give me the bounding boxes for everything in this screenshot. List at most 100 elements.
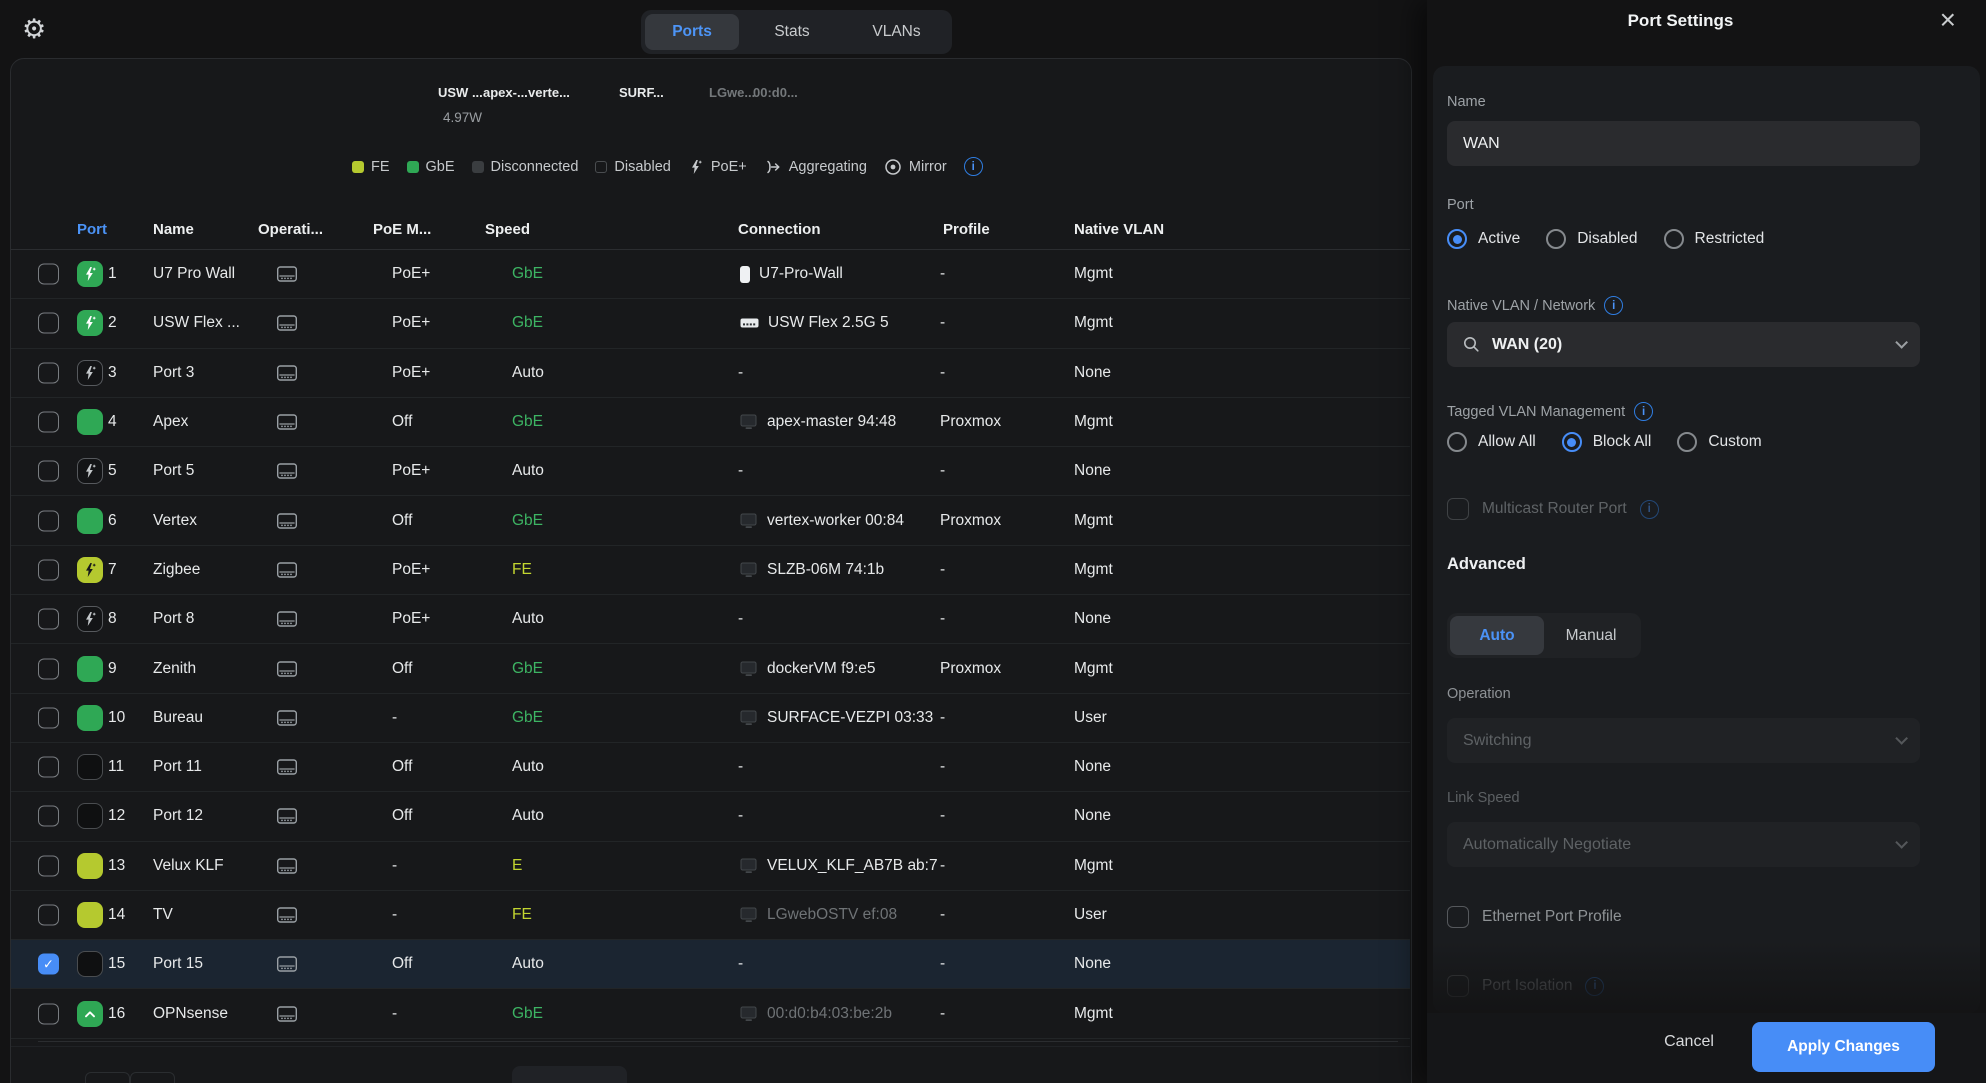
column-header-profile[interactable]: Profile [943,221,990,238]
row-checkbox[interactable] [38,461,59,482]
native-vlan-select[interactable]: WAN (20) [1447,322,1920,367]
tagged-vlan-allow-all[interactable]: Allow All [1447,432,1536,452]
row-checkbox[interactable] [38,905,59,926]
poe-mode: - [392,906,397,924]
native-vlan: None [1074,462,1111,480]
tagged-vlan-block-all[interactable]: Block All [1562,432,1652,452]
access-point-icon [740,266,750,283]
apply-changes-button[interactable]: Apply Changes [1752,1022,1935,1072]
column-header-speed[interactable]: Speed [485,221,530,238]
port-legend: FEGbEDisconnectedDisabledPoE+Aggregating… [352,157,983,176]
port-state-disabled[interactable]: Disabled [1546,229,1637,249]
port-row[interactable]: 2USW Flex ...PoE+GbEUSW Flex 2.5G 5-Mgmt [11,299,1410,348]
row-checkbox[interactable] [38,412,59,433]
port-name: Velux KLF [153,857,224,875]
mode-manual[interactable]: Manual [1544,616,1638,655]
card-section-divider [11,1046,1410,1047]
port-row[interactable]: 12Port 12OffAuto--None [11,792,1410,841]
tab-stats[interactable]: Stats [739,14,845,50]
settings-gear-icon[interactable]: ⚙ [22,16,46,43]
port-row[interactable]: 14TV-FELGwebOSTV ef:08-User [11,891,1410,940]
tab-vlans[interactable]: VLANs [845,14,948,50]
row-checkbox[interactable] [38,707,59,728]
info-icon[interactable]: i [1634,402,1653,421]
connected-device-label: LGwe... [709,85,755,100]
port-status-icon [77,606,103,632]
port-row[interactable]: 5Port 5PoE+Auto--None [11,447,1410,496]
port-row[interactable]: 13Velux KLF-EVELUX_KLF_AB7B ab:7-Mgmt [11,842,1410,891]
tagged-vlan-radios: Allow All Block All Custom [1447,432,1762,452]
poe-mode: Off [392,413,412,431]
port-row[interactable]: 11Port 11OffAuto--None [11,743,1410,792]
port-state-restricted[interactable]: Restricted [1664,229,1765,249]
speed: Auto [512,807,544,825]
checkbox[interactable] [1447,975,1469,997]
table-bottom-divider [38,1041,1398,1042]
row-checkbox[interactable] [38,1003,59,1024]
row-checkbox[interactable] [38,609,59,630]
port-number: 1 [108,265,117,283]
profile: - [940,610,945,628]
info-icon[interactable]: i [1604,296,1623,315]
row-checkbox[interactable] [38,362,59,383]
operation-switching-icon [276,610,298,628]
port-number: 2 [108,314,117,332]
column-header-nativevlan[interactable]: Native VLAN [1074,221,1164,238]
operation-switching-icon [276,709,298,727]
operation-switching-icon [276,857,298,875]
row-checkbox[interactable] [38,806,59,827]
row-checkbox[interactable] [38,264,59,285]
port-isolation-checkbox-row[interactable]: Port Isolation i [1447,975,1604,997]
operation-dropdown[interactable]: Switching [1447,718,1920,763]
name-input[interactable]: WAN [1447,121,1920,166]
row-checkbox[interactable]: ✓ [38,954,59,975]
column-header-connection[interactable]: Connection [738,221,821,238]
link-speed-dropdown[interactable]: Automatically Negotiate [1447,822,1920,867]
row-checkbox[interactable] [38,658,59,679]
port-number: 14 [108,906,125,924]
port-row[interactable]: 8Port 8PoE+Auto--None [11,595,1410,644]
port-number: 9 [108,660,117,678]
port-row[interactable]: 9ZenithOffGbEdockerVM f9:e5ProxmoxMgmt [11,644,1410,693]
port-row[interactable]: 6VertexOffGbEvertex-worker 00:84ProxmoxM… [11,496,1410,545]
ethernet-port-profile-checkbox-row[interactable]: Ethernet Port Profile [1447,906,1622,928]
port-state-active[interactable]: Active [1447,229,1520,249]
column-header-poem[interactable]: PoE M... [373,221,431,238]
close-icon[interactable]: × [1940,3,1956,37]
tab-ports[interactable]: Ports [645,14,739,50]
row-checkbox[interactable] [38,757,59,778]
tagged-vlan-custom[interactable]: Custom [1677,432,1761,452]
mode-auto[interactable]: Auto [1450,616,1544,655]
table-header: Port Name Operati... PoE M... Speed Connectio… [11,212,1410,250]
row-checkbox[interactable] [38,559,59,580]
cancel-button[interactable]: Cancel [1649,1033,1729,1051]
port-row[interactable]: 10Bureau-GbESURFACE-VEZPI 03:33-User [11,694,1410,743]
column-header-name[interactable]: Name [153,221,194,238]
native-vlan: None [1074,758,1111,776]
port-row[interactable]: 3Port 3PoE+Auto--None [11,349,1410,398]
connection-cell: SLZB-06M 74:1b [740,561,884,579]
speed: FE [512,906,532,924]
port-row[interactable]: 4ApexOffGbEapex-master 94:48ProxmoxMgmt [11,398,1410,447]
row-checkbox[interactable] [38,313,59,334]
poe-icon [688,159,704,175]
pagination-pill[interactable] [512,1066,627,1083]
unifi-ports-page: ⚙ PortsStatsVLANs USW ...apex-...verte..… [0,0,1986,1083]
port-number: 13 [108,857,125,875]
column-header-port[interactable]: Port [77,221,107,238]
port-row[interactable]: 1U7 Pro WallPoE+GbEU7-Pro-Wall-Mgmt [11,250,1410,299]
pagination-buttons[interactable] [85,1072,175,1083]
aggregating-icon [764,158,782,176]
row-checkbox[interactable] [38,510,59,531]
info-icon[interactable]: i [964,157,983,176]
port-row[interactable]: ✓15Port 15OffAuto--None [11,940,1410,989]
port-row[interactable]: 16OPNsense-GbE00:d0:b4:03:be:2b-Mgmt [11,989,1410,1038]
port-name: U7 Pro Wall [153,265,235,283]
column-header-operati[interactable]: Operati... [258,221,323,238]
port-row[interactable]: 7ZigbeePoE+FESLZB-06M 74:1b-Mgmt [11,546,1410,595]
checkbox[interactable] [1447,906,1469,928]
tagged-vlan-label: Tagged VLAN Management i [1447,402,1653,421]
port-name: Bureau [153,709,203,727]
native-vlan: User [1074,906,1107,924]
row-checkbox[interactable] [38,855,59,876]
